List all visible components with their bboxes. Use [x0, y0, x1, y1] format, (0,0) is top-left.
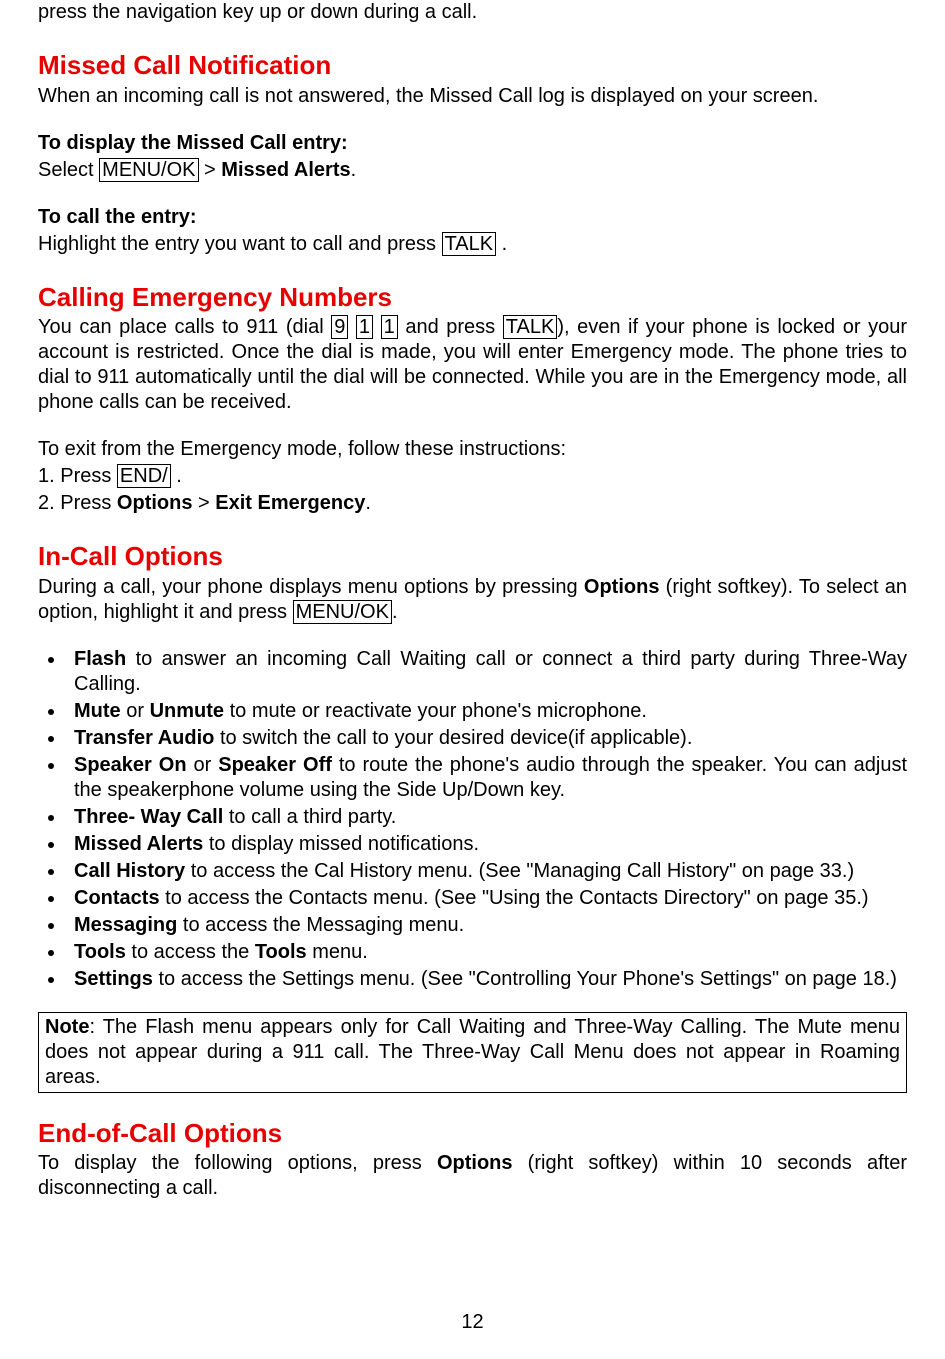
text: 2. Press [38, 492, 117, 514]
text: To display the following options, press [38, 1152, 437, 1174]
incall-intro: During a call, your phone displays menu … [38, 575, 907, 625]
item-bold: Flash [74, 648, 126, 670]
key-9: 9 [331, 315, 348, 339]
list-item: Three- Way Call to call a third party. [66, 805, 907, 830]
exit-emergency-label: Exit Emergency [215, 492, 365, 514]
list-item: Mute or Unmute to mute or reactivate you… [66, 699, 907, 724]
missed-alerts-label: Missed Alerts [221, 159, 350, 181]
item-bold: Speaker On [74, 754, 187, 776]
item-mid: or [187, 754, 219, 776]
item-bold: Call History [74, 860, 185, 882]
missed-intro: When an incoming call is not answered, t… [38, 84, 907, 109]
options-label: Options [117, 492, 193, 514]
list-item: Tools to access the Tools menu. [66, 940, 907, 965]
heading-calling-emergency: Calling Emergency Numbers [38, 281, 907, 314]
item-rest: to access the Contacts menu. (See "Using… [160, 887, 869, 909]
item-bold2: Speaker Off [218, 754, 332, 776]
text: Highlight the entry you want to call and… [38, 233, 442, 255]
text: Select [38, 159, 99, 181]
item-mid: or [121, 700, 150, 722]
item-rest: to access the Messaging menu. [177, 914, 464, 936]
item-bold: Three- Way Call [74, 806, 223, 828]
item-rest: to call a third party. [223, 806, 396, 828]
item-bold2: Tools [255, 941, 307, 963]
item-bold: Contacts [74, 887, 160, 909]
item-rest: menu. [307, 941, 368, 963]
item-rest: to access the Cal History menu. (See "Ma… [185, 860, 854, 882]
text: . [365, 492, 371, 514]
item-rest: to switch the call to your desired devic… [214, 727, 692, 749]
item-mid: to access the [126, 941, 255, 963]
heading-end-of-call-options: End-of-Call Options [38, 1117, 907, 1150]
heading-in-call-options: In-Call Options [38, 540, 907, 573]
item-bold2: Unmute [150, 700, 224, 722]
incall-options-list: Flash to answer an incoming Call Waiting… [38, 647, 907, 992]
text: During a call, your phone displays menu … [38, 576, 584, 598]
emergency-step-1: 1. Press END/ . [38, 464, 907, 489]
item-rest: to display missed notifications. [203, 833, 479, 855]
text: . [496, 233, 507, 255]
text: > [199, 159, 222, 181]
document-page: press the navigation key up or down duri… [0, 0, 945, 1359]
note-body: : The Flash menu appears only for Call W… [45, 1016, 900, 1088]
page-number: 12 [0, 1310, 945, 1335]
talk-key: TALK [503, 315, 558, 339]
note-box: Note: The Flash menu appears only for Ca… [38, 1012, 907, 1093]
text: . [392, 601, 398, 623]
list-item: Messaging to access the Messaging menu. [66, 913, 907, 938]
item-rest: to access the Settings menu. (See "Contr… [153, 968, 897, 990]
options-label: Options [584, 576, 660, 598]
text: . [351, 159, 357, 181]
list-item: Flash to answer an incoming Call Waiting… [66, 647, 907, 697]
heading-missed-call-notification: Missed Call Notification [38, 49, 907, 82]
endcall-paragraph: To display the following options, press … [38, 1151, 907, 1201]
item-bold: Tools [74, 941, 126, 963]
text: > [192, 492, 215, 514]
menu-ok-key: MENU/OK [293, 600, 392, 624]
talk-key: TALK [442, 232, 497, 256]
list-item: Speaker On or Speaker Off to route the p… [66, 753, 907, 803]
text: and press [398, 316, 503, 338]
text: You can place calls to 911 (dial [38, 316, 331, 338]
subhead-call-entry: To call the entry: [38, 205, 907, 230]
options-label: Options [437, 1152, 513, 1174]
item-bold: Settings [74, 968, 153, 990]
call-entry-instruction: Highlight the entry you want to call and… [38, 232, 907, 257]
text: . [171, 465, 182, 487]
item-bold: Messaging [74, 914, 177, 936]
item-bold: Mute [74, 700, 121, 722]
list-item: Contacts to access the Contacts menu. (S… [66, 886, 907, 911]
key-1: 1 [381, 315, 398, 339]
menu-ok-key: MENU/OK [99, 158, 198, 182]
list-item: Missed Alerts to display missed notifica… [66, 832, 907, 857]
item-rest: to answer an incoming Call Waiting call … [74, 648, 907, 695]
item-rest: to mute or reactivate your phone's micro… [224, 700, 647, 722]
end-key: END/ [117, 464, 171, 488]
continuation-line: press the navigation key up or down duri… [38, 0, 907, 25]
list-item: Transfer Audio to switch the call to you… [66, 726, 907, 751]
emergency-exit-intro: To exit from the Emergency mode, follow … [38, 437, 907, 462]
item-bold: Missed Alerts [74, 833, 203, 855]
display-missed-instruction: Select MENU/OK > Missed Alerts. [38, 158, 907, 183]
subhead-display-missed-entry: To display the Missed Call entry: [38, 131, 907, 156]
note-label: Note [45, 1016, 89, 1038]
key-1: 1 [356, 315, 373, 339]
item-bold: Transfer Audio [74, 727, 214, 749]
list-item: Call History to access the Cal History m… [66, 859, 907, 884]
emergency-step-2: 2. Press Options > Exit Emergency. [38, 491, 907, 516]
list-item: Settings to access the Settings menu. (S… [66, 967, 907, 992]
text: 1. Press [38, 465, 117, 487]
emergency-paragraph: You can place calls to 911 (dial 9 1 1 a… [38, 315, 907, 415]
